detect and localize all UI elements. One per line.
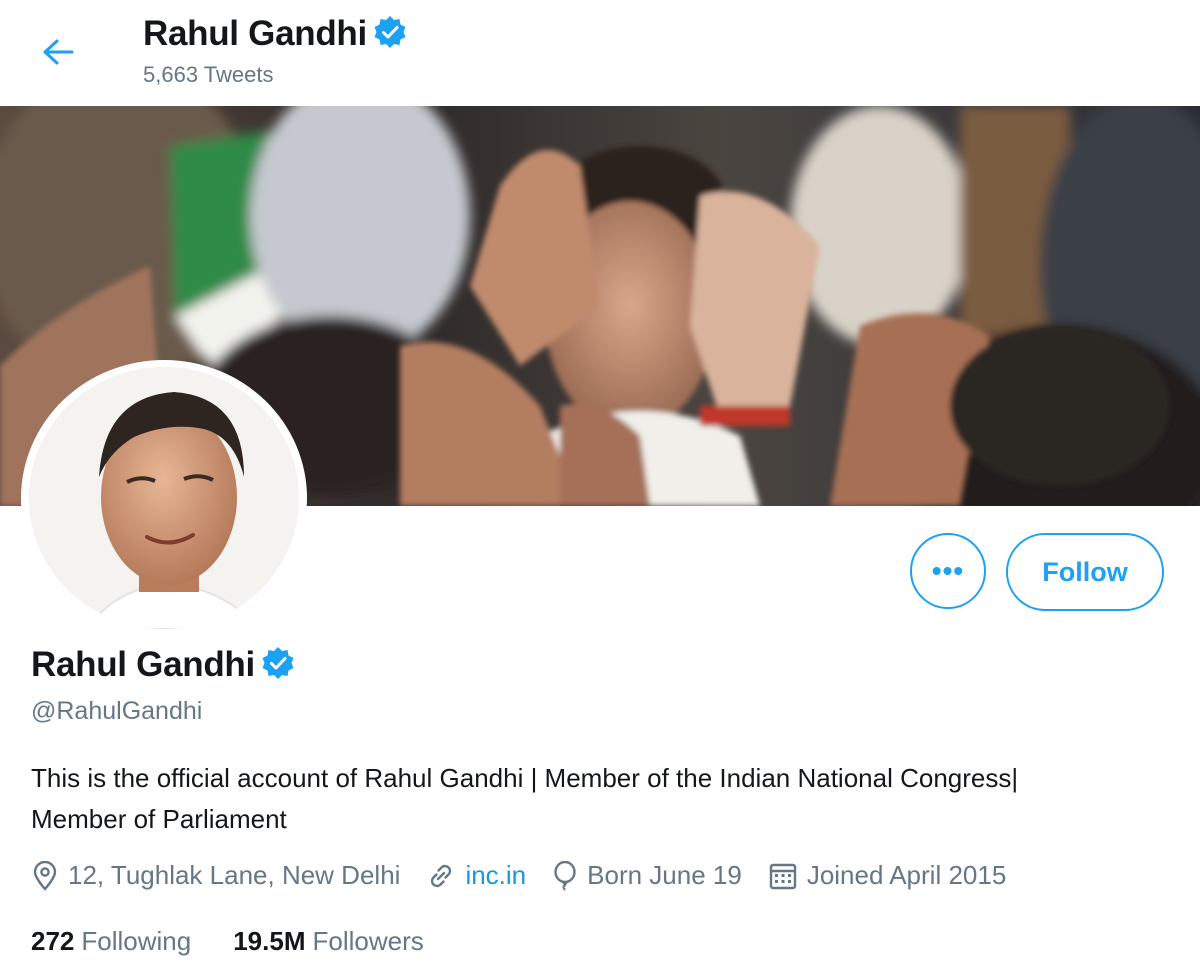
- profile-meta-row: 12, Tughlak Lane, New Delhi inc.in Born …: [31, 860, 1032, 891]
- following-count: 272: [31, 926, 75, 956]
- profile-name-text: Rahul Gandhi: [31, 645, 255, 684]
- more-options-button[interactable]: •••: [910, 533, 986, 609]
- profile-handle: @RahulGandhi: [31, 697, 203, 725]
- followers-count: 19.5M: [233, 926, 306, 956]
- followers-link[interactable]: 19.5M Followers: [233, 926, 424, 957]
- calendar-icon: [769, 863, 797, 889]
- birthday-text: Born June 19: [587, 860, 742, 890]
- more-options-icon: •••: [931, 555, 965, 586]
- header-title: Rahul Gandhi: [143, 14, 407, 54]
- link-icon: [431, 864, 452, 887]
- header-name: Rahul Gandhi: [143, 14, 367, 53]
- verified-badge-icon: [261, 646, 295, 685]
- joined-text: Joined April 2015: [806, 860, 1007, 890]
- website-link[interactable]: inc.in: [465, 860, 526, 891]
- profile-bio: This is the official account of Rahul Ga…: [31, 763, 1019, 834]
- profile-header-bar: Rahul Gandhi 5,663 Tweets: [0, 0, 1200, 106]
- follow-stats: 272 Following 19.5M Followers: [31, 926, 466, 957]
- back-button[interactable]: [36, 30, 80, 74]
- website-item[interactable]: inc.in: [426, 860, 526, 891]
- followers-label: Followers: [312, 926, 424, 956]
- profile-display-name: Rahul Gandhi: [31, 645, 295, 685]
- location-pin-icon: [33, 860, 57, 891]
- location-text: 12, Tughlak Lane, New Delhi: [68, 860, 401, 890]
- following-label: Following: [81, 926, 192, 956]
- balloon-icon: [554, 860, 576, 891]
- arrow-left-icon: [43, 39, 74, 65]
- verified-badge-icon: [373, 15, 407, 54]
- avatar[interactable]: [29, 367, 299, 629]
- following-link[interactable]: 272 Following: [31, 926, 191, 957]
- birthday-item: Born June 19: [552, 860, 742, 891]
- location-item: 12, Tughlak Lane, New Delhi: [31, 860, 400, 891]
- follow-button[interactable]: Follow: [1006, 533, 1164, 611]
- tweet-count: 5,663 Tweets: [143, 62, 274, 87]
- joined-item: Joined April 2015: [768, 860, 1006, 891]
